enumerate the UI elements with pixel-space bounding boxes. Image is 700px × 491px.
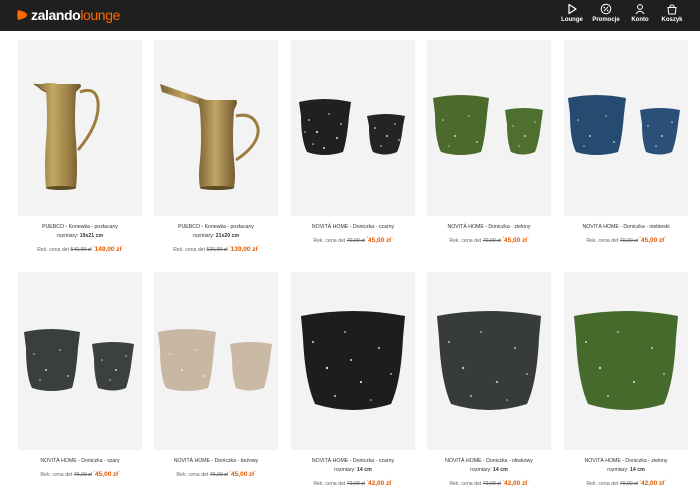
old-price: 520,00 zł [206,247,228,253]
old-price: 70,00 zł [482,238,501,244]
product-image-pots-blue[interactable] [564,40,688,216]
current-price: 139,00 zł [230,246,258,253]
header-nav: Lounge Promocje Konto Koszyk [556,3,688,23]
top-header: zalandolounge Lounge Promocje Konto Kosz… [0,0,700,31]
price-row: Rek. cena det 70,00 zł *45,00 zł* [586,235,666,244]
price-row: Rek. cena det 70,00 zł *42,00 zł* [449,478,529,487]
product-size: rozmiary: 19x21 cm [56,233,104,239]
product-card[interactable]: NOVITÀ HOME - Doniczka - zielony rozmiar… [564,272,688,490]
product-card[interactable]: PUEBCO - Konewka - pozłacany rozmiary: 1… [18,40,142,256]
cart-icon [667,4,677,15]
price-row: Rek. cena det 520,00 zł *139,00 zł* [173,244,259,253]
current-price: 45,00 zł [640,237,665,244]
price-row: Rek. cena det 540,00 zł *149,00 zł* [37,244,123,253]
nav-konto[interactable]: Konto [624,3,656,23]
old-price: 70,00 zł [482,481,501,487]
product-image-pot-olive-large[interactable] [427,272,551,450]
nav-lounge[interactable]: Lounge [556,3,588,23]
price-row: Rek. cena det 70,00 zł *45,00 zł* [313,235,393,244]
pots-beige-image [158,329,272,391]
current-price: 45,00 zł [503,237,528,244]
zalando-lounge-logo[interactable]: zalandolounge [16,7,120,23]
product-size: rozmiary: 14 cm [607,467,645,473]
product-card[interactable]: NOVITÀ HOME - Doniczka - oliwkowy rozmia… [427,272,551,490]
pot-olive-large-image [437,311,541,410]
product-card[interactable]: NOVITÀ HOME - Doniczka - czarny rozmiary… [291,272,415,490]
current-price: 42,00 zł [503,480,528,487]
promo-icon [600,3,612,15]
price-row: Rek. cena det 70,00 zł *45,00 zł* [176,469,256,478]
product-card[interactable]: NOVITÀ HOME - Doniczka - czarny Rek. cen… [291,40,415,247]
pots-black-image [299,99,405,155]
pot-green-large-image [574,311,678,410]
lounge-icon [568,3,577,15]
old-price: 70,00 zł [619,481,638,487]
product-size: rozmiary: 14 cm [334,467,372,473]
product-image-pots-grey[interactable] [18,272,142,450]
product-title[interactable]: PUEBCO - Konewka - pozłacany [18,223,142,232]
brass-jug-image [33,83,100,190]
pots-blue-image [568,95,680,155]
product-card[interactable]: NOVITÀ HOME - Doniczka - zielony Rek. ce… [427,40,551,247]
product-image-pot-black-large[interactable] [291,272,415,450]
account-icon [635,4,645,15]
product-card[interactable]: PUEBCO - Konewka - pozłacany rozmiary: 2… [154,40,278,256]
old-price: 70,00 zł [346,238,365,244]
product-image-brass-watering-can[interactable] [154,40,278,216]
product-image-pots-black[interactable] [291,40,415,216]
pots-green-image [433,95,543,155]
pots-grey-image [24,329,134,391]
old-price: 70,00 zł [209,472,228,478]
price-row: Rek. cena det 70,00 zł *42,00 zł* [313,478,393,487]
product-title[interactable]: NOVITÀ HOME - Doniczka - czarny [291,457,415,466]
old-price: 70,00 zł [619,238,638,244]
current-price: 149,00 zł [94,246,122,253]
product-image-pots-green[interactable] [427,40,551,216]
product-title[interactable]: PUEBCO - Konewka - pozłacany [154,223,278,232]
product-card[interactable]: NOVITÀ HOME - Doniczka - beżowy Rek. cen… [154,272,278,481]
product-card[interactable]: NOVITÀ HOME - Doniczka - niebieski Rek. … [564,40,688,247]
price-row: Rek. cena det 70,00 zł *45,00 zł* [449,235,529,244]
product-image-pots-beige[interactable] [154,272,278,450]
current-price: 45,00 zł [367,237,392,244]
old-price: 70,00 zł [73,472,92,478]
product-title[interactable]: NOVITÀ HOME - Doniczka - beżowy [154,457,278,466]
product-title[interactable]: NOVITÀ HOME - Doniczka - niebieski [564,223,688,232]
product-title[interactable]: NOVITÀ HOME - Doniczka - zielony [427,223,551,232]
product-size: rozmiary: 21x20 cm [192,233,240,239]
nav-koszyk[interactable]: Koszyk [656,3,688,23]
current-price: 45,00 zł [230,471,255,478]
price-row: Rek. cena det 70,00 zł *45,00 zł* [40,469,120,478]
pot-black-large-image [301,311,405,410]
product-title[interactable]: NOVITÀ HOME - Doniczka - oliwkowy [427,457,551,466]
product-image-brass-jug[interactable] [18,40,142,216]
old-price: 70,00 zł [346,481,365,487]
product-size: rozmiary: 14 cm [470,467,508,473]
product-title[interactable]: NOVITÀ HOME - Doniczka - zielony [564,457,688,466]
brass-watering-can-image [160,84,260,190]
product-title[interactable]: NOVITÀ HOME - Doniczka - szary [18,457,142,466]
product-card[interactable]: NOVITÀ HOME - Doniczka - szary Rek. cena… [18,272,142,481]
current-price: 42,00 zł [640,480,665,487]
product-image-pot-green-large[interactable] [564,272,688,450]
current-price: 45,00 zł [94,471,119,478]
price-row: Rek. cena det 70,00 zł *42,00 zł* [586,478,666,487]
old-price: 540,00 zł [70,247,92,253]
product-title[interactable]: NOVITÀ HOME - Doniczka - czarny [291,223,415,232]
nav-promocje[interactable]: Promocje [588,3,624,23]
logo-mark-icon [17,10,27,20]
logo-text: zalandolounge [31,7,120,23]
current-price: 42,00 zł [367,480,392,487]
